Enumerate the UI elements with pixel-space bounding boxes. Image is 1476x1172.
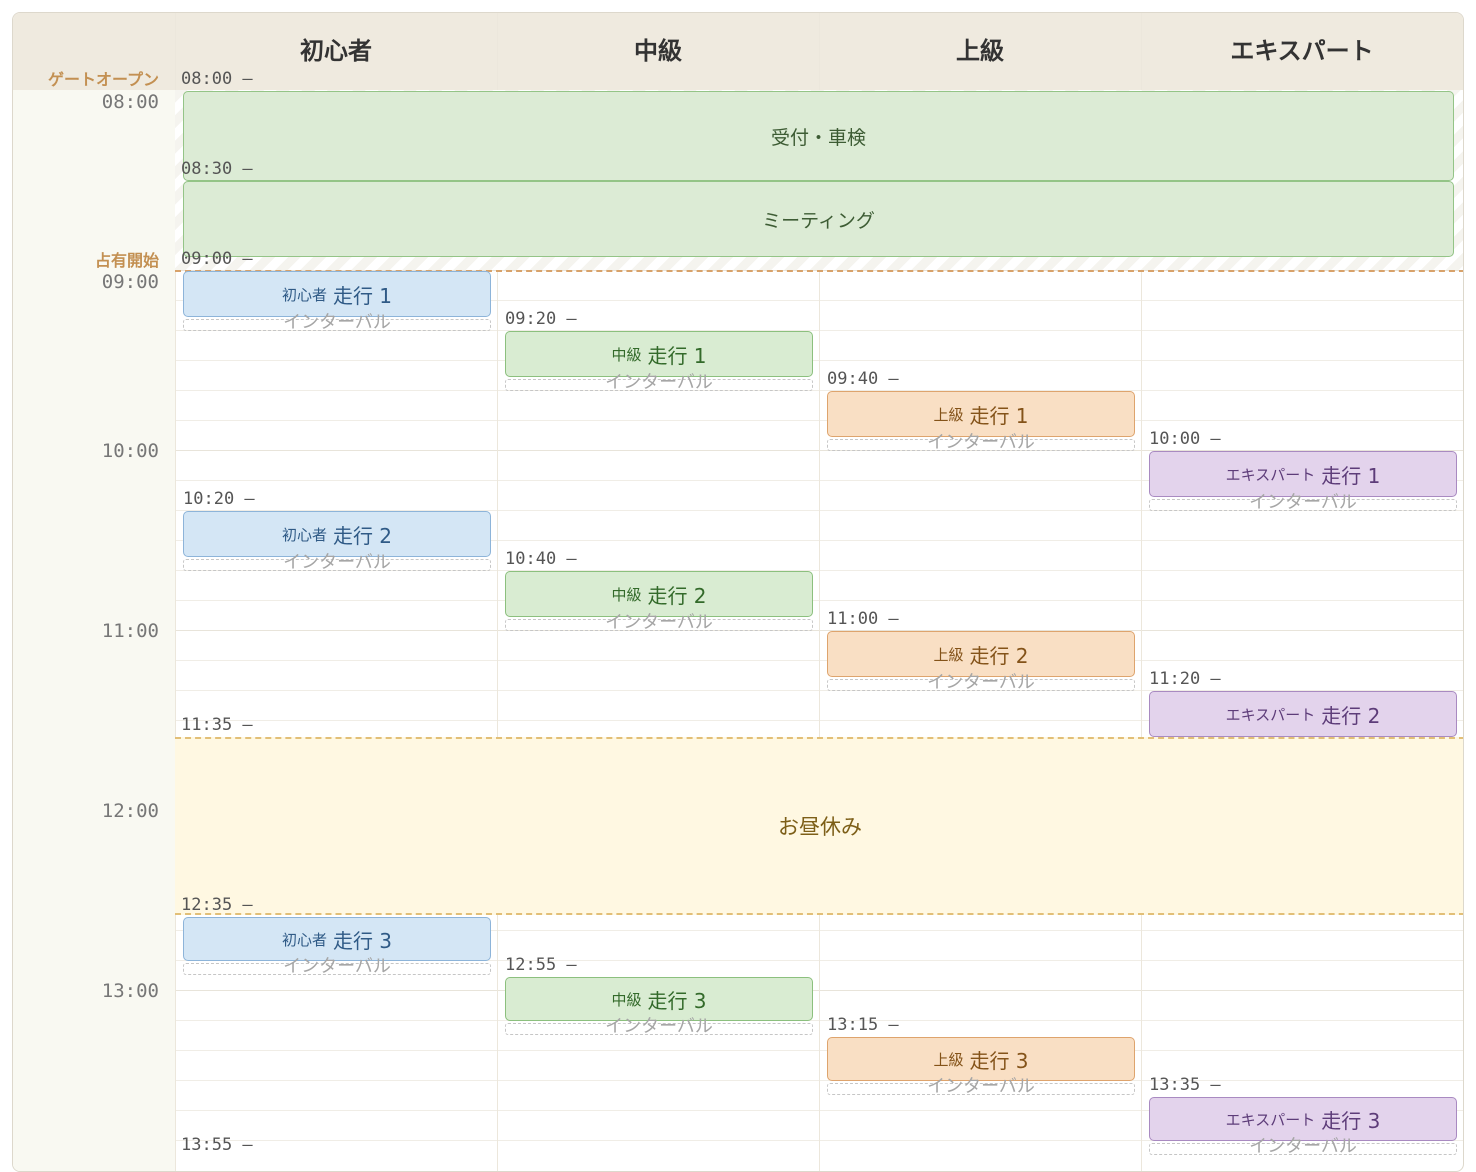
run-class-label: 中級 [611,585,642,604]
event-label: 受付・車検 [770,126,866,149]
hour-label-0800: 08:00 [101,91,159,113]
lunch-break-band[interactable]: お昼休み [175,737,1463,915]
column-header-expert: エキスパート [1230,37,1374,65]
run-block-advanced-2[interactable]: 上級 走行 2 [827,631,1135,677]
run-name-label: 走行 2 [1321,703,1381,728]
run-name-label: 走行 2 [647,583,707,608]
hour-label-1200: 12:00 [101,800,159,822]
interval-intermediate-2: インターバル [505,613,813,633]
start-time-intermediate-1: 09:20 – [505,309,577,329]
run-block-beginner-2[interactable]: 初心者 走行 2 [183,511,491,557]
lunch-label: お昼休み [778,815,862,839]
start-time-meeting: 08:30 – [181,159,253,179]
event-meeting[interactable]: ミーティング [183,181,1454,257]
run-block-intermediate-3[interactable]: 中級 走行 3 [505,977,813,1021]
run-name-label: 走行 2 [332,523,393,548]
run-class-label: 初心者 [281,285,327,304]
start-time-intermediate-2: 10:40 – [505,549,577,569]
run-block-advanced-3[interactable]: 上級 走行 3 [827,1037,1135,1081]
schedule-grid: 初心者 中級 上級 エキスパート ゲートオープン 08:00 占有開始 09:0… [12,12,1464,1172]
start-time-reception: 08:00 – [181,69,253,89]
run-block-intermediate-1[interactable]: 中級 走行 1 [505,331,813,377]
column-header-intermediate: 中級 [634,37,682,65]
start-time-beginner-2: 10:20 – [183,489,255,509]
run-name-label: 走行 3 [969,1048,1029,1073]
run-class-label: 初心者 [281,525,327,544]
start-time-advanced-1: 09:40 – [827,369,899,389]
interval-expert-1: インターバル [1149,493,1457,513]
run-class-label: エキスパート [1225,1110,1316,1129]
hour-label-1100: 11:00 [101,620,159,642]
run-block-expert-3[interactable]: エキスパート 走行 3 [1149,1097,1457,1141]
start-time-occupation: 09:00 – [181,249,253,269]
run-name-label: 走行 3 [1321,1108,1381,1133]
start-time-expert-1: 10:00 – [1149,429,1221,449]
interval-beginner-1: インターバル [183,313,491,333]
run-block-advanced-1[interactable]: 上級 走行 1 [827,391,1135,437]
start-time-advanced-2: 11:00 – [827,609,899,629]
run-name-label: 走行 3 [332,928,393,953]
interval-advanced-3: インターバル [827,1077,1135,1097]
occupation-start-label: 占有開始 [94,251,159,270]
gate-open-label: ゲートオープン [47,70,159,89]
run-class-label: エキスパート [1225,705,1316,724]
run-name-label: 走行 1 [1321,463,1381,488]
interval-expert-3: インターバル [1149,1137,1457,1157]
run-block-expert-1[interactable]: エキスパート 走行 1 [1149,451,1457,497]
interval-advanced-1: インターバル [827,433,1135,453]
run-class-label: 上級 [933,405,964,424]
start-time-advanced-3: 13:15 – [827,1015,899,1035]
run-class-label: エキスパート [1225,465,1316,484]
run-block-beginner-1[interactable]: 初心者 走行 1 [183,271,491,317]
run-class-label: 上級 [933,645,964,664]
start-time-expert-3: 13:35 – [1149,1075,1221,1095]
column-header-advanced: 上級 [956,37,1004,65]
run-name-label: 走行 2 [969,643,1029,668]
start-time-lunch: 11:35 – [181,715,253,735]
run-class-label: 初心者 [281,930,327,949]
hour-label-1000: 10:00 [101,440,159,462]
run-name-label: 走行 1 [969,403,1029,428]
interval-intermediate-3: インターバル [505,1017,813,1037]
run-name-label: 走行 3 [647,988,707,1013]
event-label: ミーティング [762,209,875,232]
run-class-label: 上級 [933,1050,964,1069]
start-time-expert-2: 11:20 – [1149,669,1221,689]
event-reception-inspection[interactable]: 受付・車検 [183,91,1454,181]
interval-advanced-2: インターバル [827,673,1135,693]
hour-label-1300: 13:00 [101,980,159,1002]
start-time-intermediate-3: 12:55 – [505,955,577,975]
interval-beginner-3: インターバル [183,957,491,977]
run-name-label: 走行 1 [647,343,707,368]
run-name-label: 走行 1 [332,283,393,308]
interval-beginner-2: インターバル [183,553,491,573]
run-block-intermediate-2[interactable]: 中級 走行 2 [505,571,813,617]
start-time-trailing: 13:55 – [181,1135,253,1155]
hour-label-0900: 09:00 [101,271,159,293]
start-time-after-lunch: 12:35 – [181,895,253,915]
run-class-label: 中級 [611,345,642,364]
interval-intermediate-1: インターバル [505,373,813,393]
run-block-beginner-3[interactable]: 初心者 走行 3 [183,917,491,961]
run-class-label: 中級 [611,990,642,1009]
run-block-expert-2[interactable]: エキスパート 走行 2 [1149,691,1457,737]
